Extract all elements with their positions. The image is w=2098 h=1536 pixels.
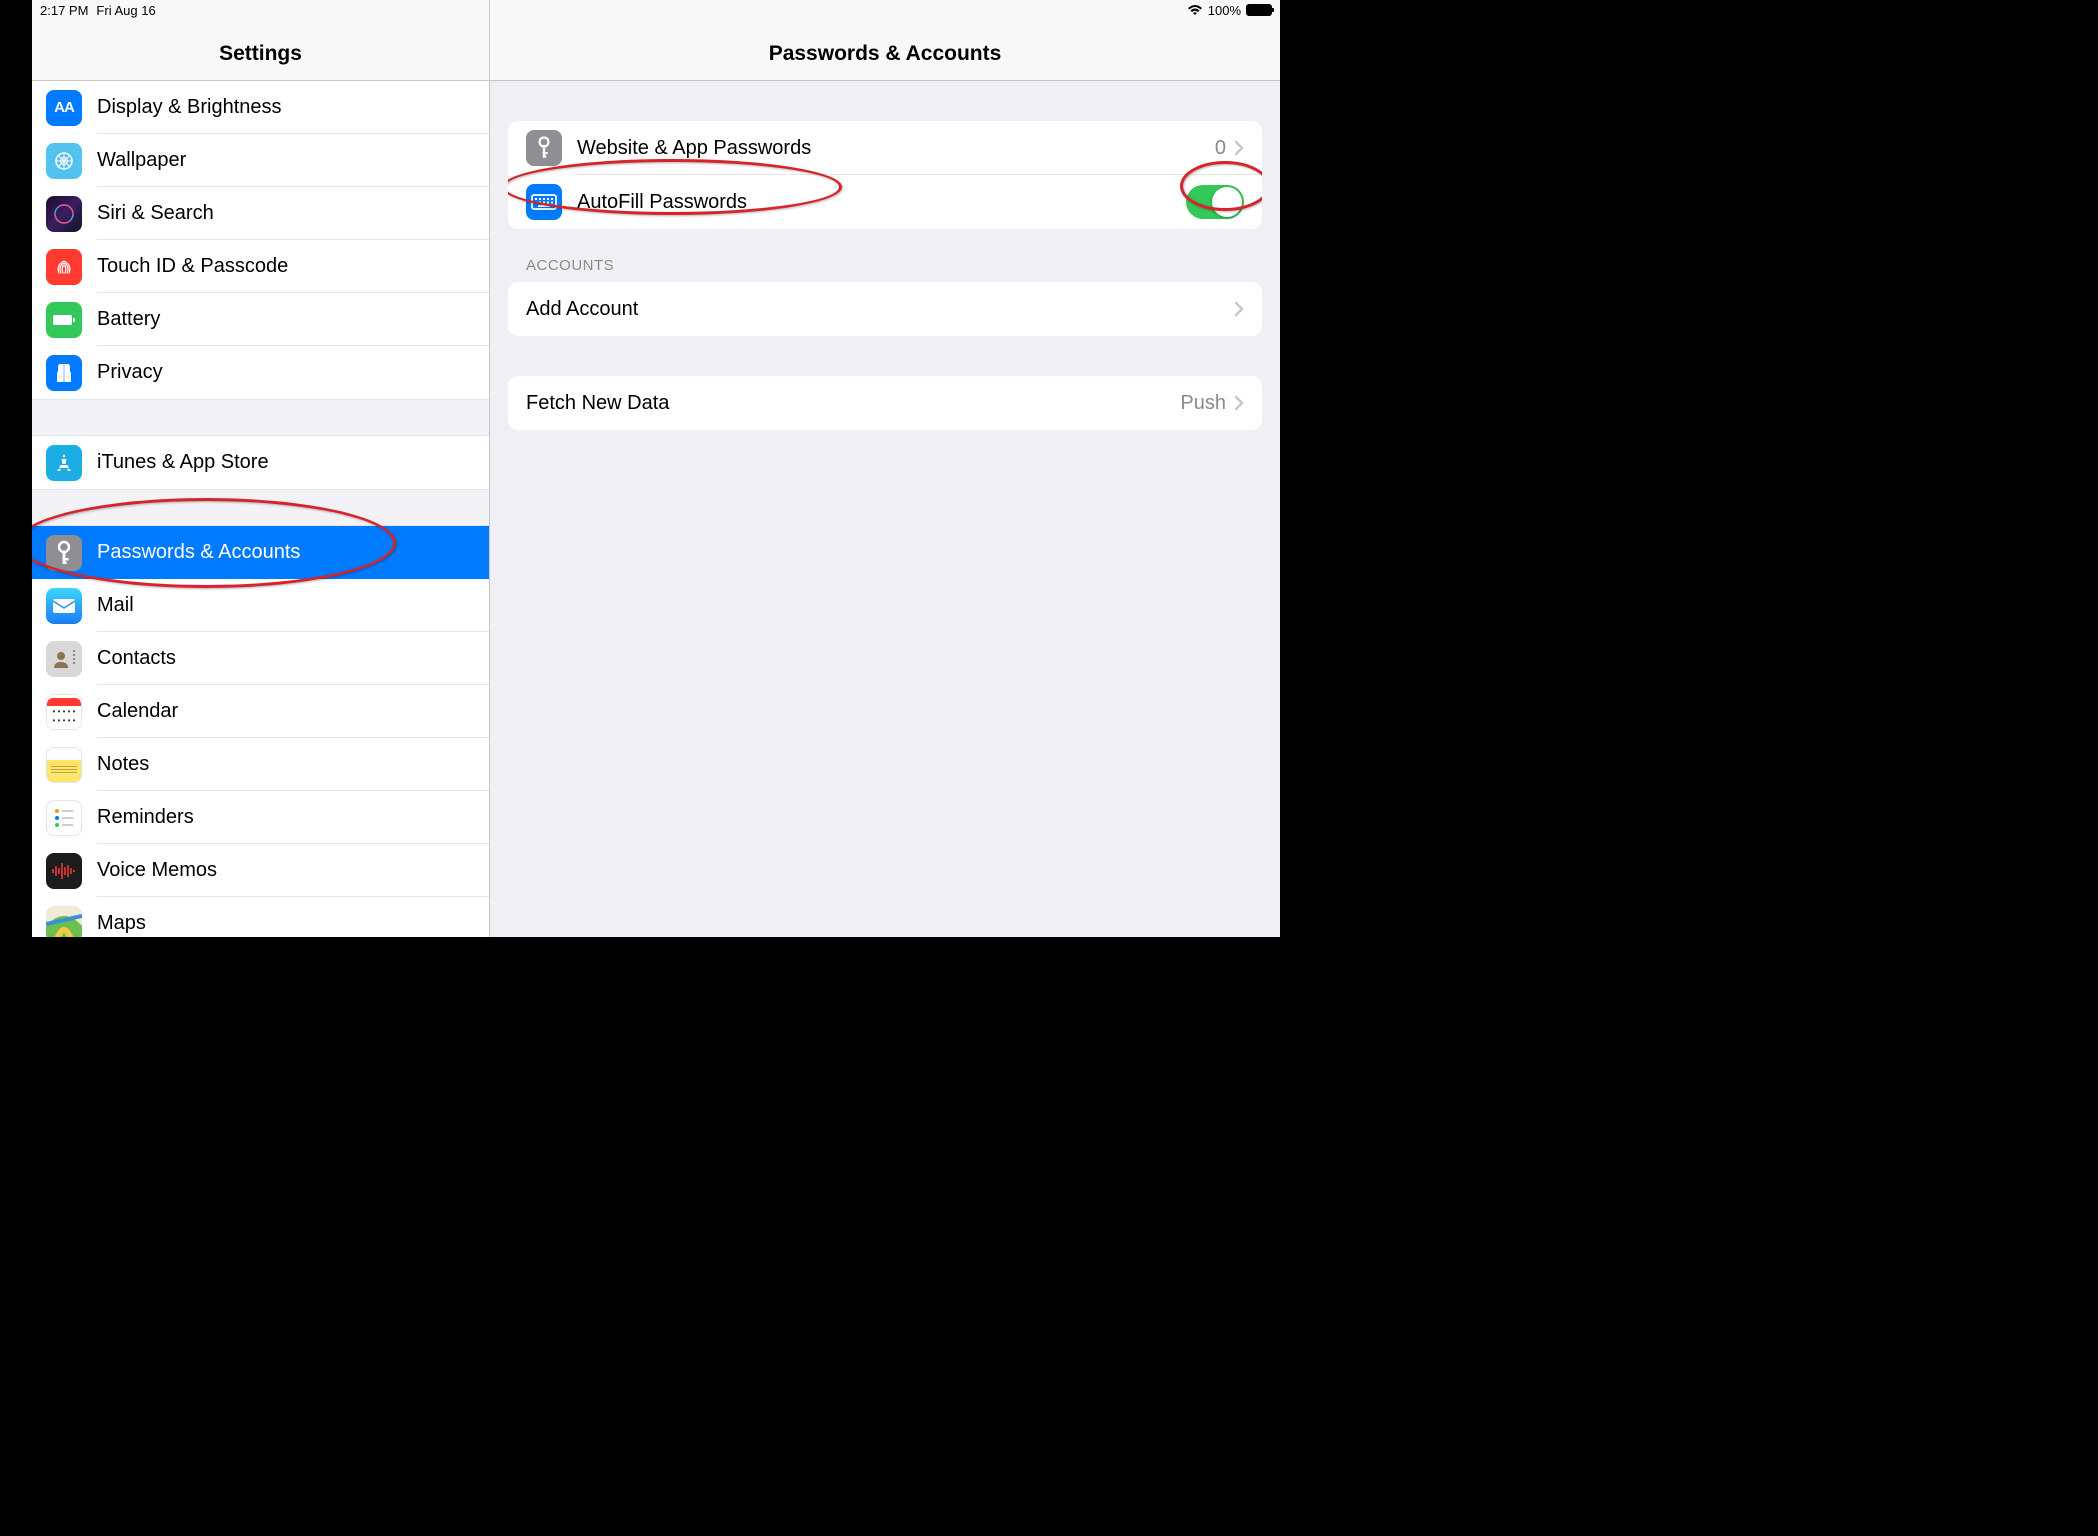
siri-icon (46, 196, 82, 232)
sidebar-item-battery[interactable]: Battery (32, 293, 489, 346)
sidebar-item-label: Display & Brightness (97, 96, 282, 119)
sidebar-item-label: Wallpaper (97, 149, 186, 172)
sidebar-item-label: Privacy (97, 361, 163, 384)
display-icon: AA (46, 90, 82, 126)
sidebar-item-wallpaper[interactable]: Wallpaper (32, 134, 489, 187)
sidebar-item-label: Passwords & Accounts (97, 541, 300, 564)
sidebar-item-label: Touch ID & Passcode (97, 255, 288, 278)
wifi-icon (1187, 4, 1203, 16)
status-time: 2:17 PM (40, 3, 88, 18)
sidebar-item-label: Reminders (97, 806, 194, 829)
sidebar-item-label: Battery (97, 308, 160, 331)
mail-icon (46, 588, 82, 624)
row-fetch-new-data[interactable]: Fetch New Data Push (508, 376, 1262, 430)
autofill-toggle[interactable] (1186, 185, 1244, 219)
sidebar-item-itunes[interactable]: iTunes & App Store (32, 436, 489, 489)
wallpaper-icon (46, 143, 82, 179)
sidebar-item-reminders[interactable]: Reminders (32, 791, 489, 844)
battery-icon-row (46, 302, 82, 338)
chevron-right-icon (1234, 301, 1244, 317)
sidebar-item-display[interactable]: AA Display & Brightness (32, 81, 489, 134)
row-label: AutoFill Passwords (577, 191, 1186, 214)
key-icon (526, 130, 562, 166)
reminders-icon (46, 800, 82, 836)
chevron-right-icon (1234, 140, 1244, 156)
notes-icon (46, 747, 82, 783)
settings-sidebar: Settings AA Display & Brightness Wallpap… (32, 0, 490, 937)
touchid-icon (46, 249, 82, 285)
row-website-passwords[interactable]: Website & App Passwords 0 (508, 121, 1262, 175)
voicememos-icon (46, 853, 82, 889)
row-label: Fetch New Data (526, 392, 1180, 415)
keyboard-icon (526, 184, 562, 220)
maps-icon (46, 906, 82, 938)
sidebar-item-label: Contacts (97, 647, 176, 670)
row-label: Website & App Passwords (577, 137, 1215, 160)
sidebar-item-mail[interactable]: Mail (32, 579, 489, 632)
row-add-account[interactable]: Add Account (508, 282, 1262, 336)
sidebar-item-label: Siri & Search (97, 202, 214, 225)
appstore-icon (46, 445, 82, 481)
privacy-icon (46, 355, 82, 391)
chevron-right-icon (1234, 395, 1244, 411)
sidebar-item-label: Mail (97, 594, 134, 617)
sidebar-item-notes[interactable]: Notes (32, 738, 489, 791)
sidebar-item-label: Maps (97, 912, 146, 935)
sidebar-item-contacts[interactable]: Contacts (32, 632, 489, 685)
sidebar-item-label: Voice Memos (97, 859, 217, 882)
detail-panel: Passwords & Accounts Website & App Passw… (490, 0, 1280, 937)
status-date: Fri Aug 16 (96, 3, 155, 18)
contacts-icon (46, 641, 82, 677)
row-value: Push (1180, 392, 1226, 415)
row-value: 0 (1215, 137, 1226, 160)
calendar-icon: • • • • • • • • • • (46, 694, 82, 730)
sidebar-item-voicememos[interactable]: Voice Memos (32, 844, 489, 897)
sidebar-item-siri[interactable]: Siri & Search (32, 187, 489, 240)
sidebar-item-calendar[interactable]: • • • • • • • • • • Calendar (32, 685, 489, 738)
battery-percent: 100% (1208, 3, 1241, 18)
battery-icon (1246, 4, 1272, 16)
sidebar-item-label: Notes (97, 753, 149, 776)
section-header-accounts: ACCOUNTS (508, 229, 1262, 282)
status-bar: 2:17 PM Fri Aug 16 100% (32, 0, 1280, 20)
sidebar-item-privacy[interactable]: Privacy (32, 346, 489, 399)
row-label: Add Account (526, 298, 1234, 321)
sidebar-item-passwords[interactable]: Passwords & Accounts (32, 526, 489, 579)
sidebar-item-label: Calendar (97, 700, 178, 723)
row-autofill-passwords[interactable]: AutoFill Passwords (508, 175, 1262, 229)
sidebar-item-touchid[interactable]: Touch ID & Passcode (32, 240, 489, 293)
sidebar-item-label: iTunes & App Store (97, 451, 269, 474)
key-icon (46, 535, 82, 571)
sidebar-item-maps[interactable]: Maps (32, 897, 489, 937)
